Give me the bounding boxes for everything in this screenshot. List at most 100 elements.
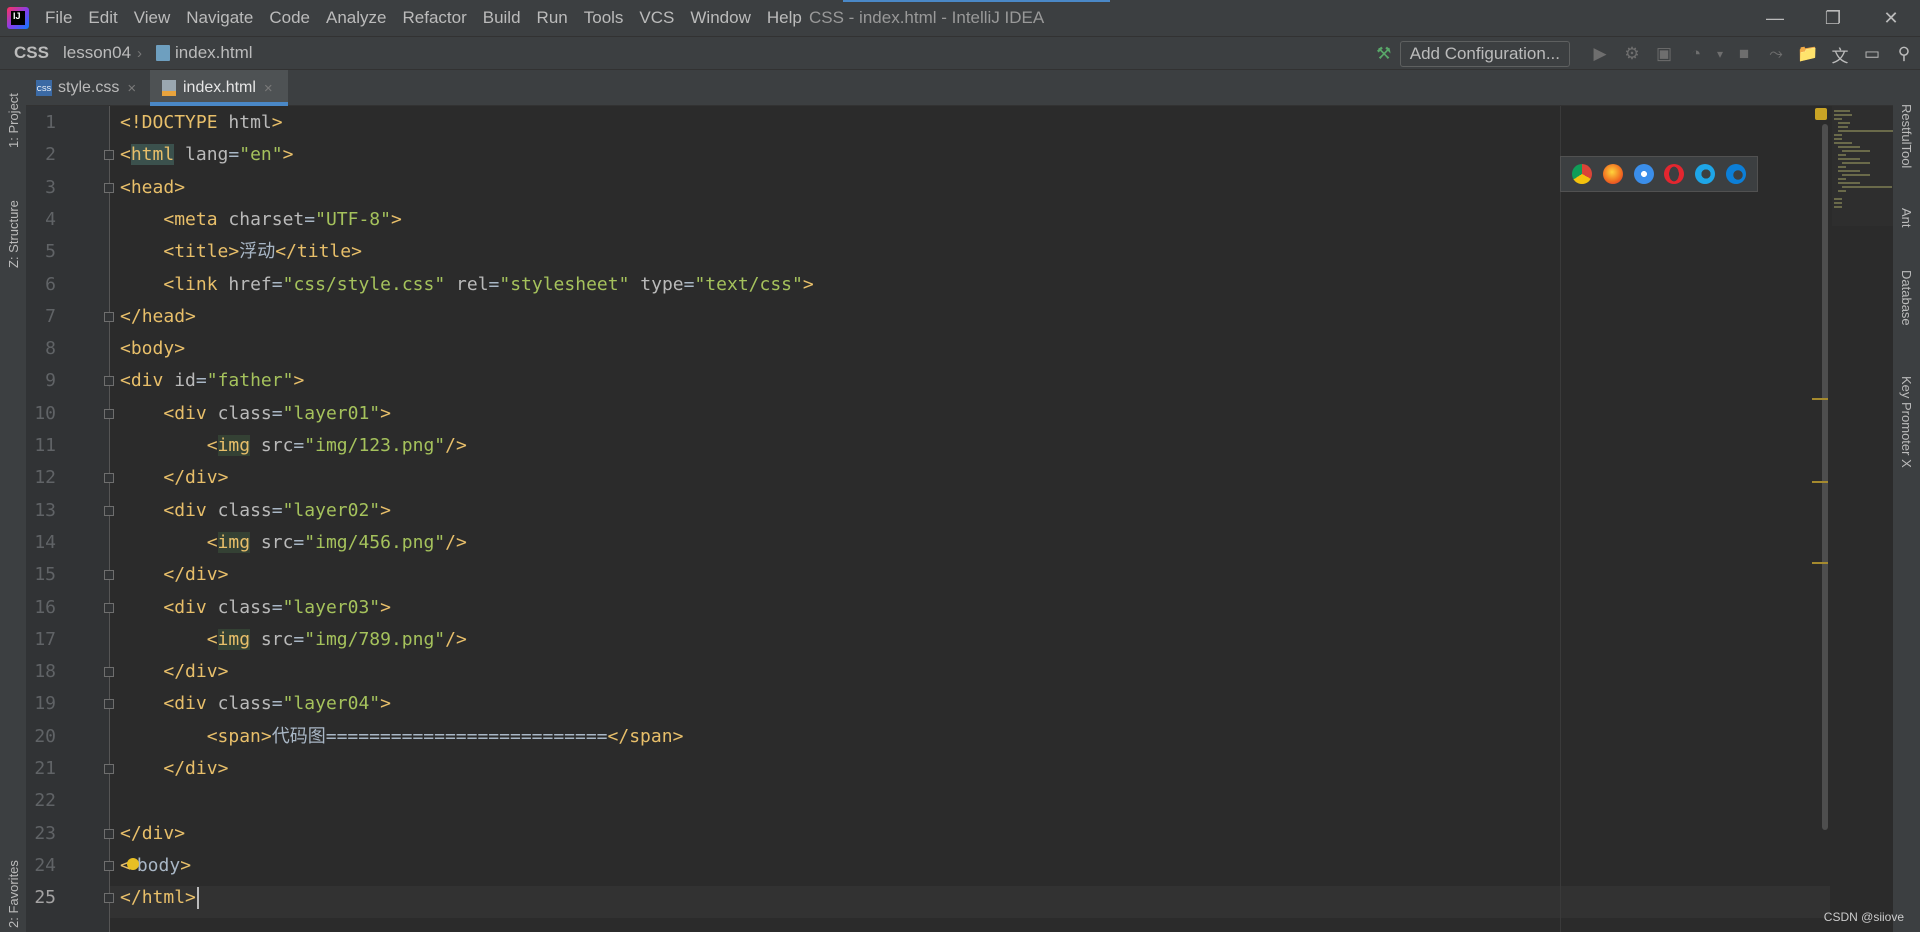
code-line[interactable]: </head> — [120, 301, 196, 333]
internet-explorer-icon[interactable] — [1694, 164, 1715, 184]
firefox-icon[interactable] — [1602, 164, 1623, 184]
key-promoter-tool-button[interactable]: Key Promoter X — [1899, 376, 1914, 468]
build-hammer-icon[interactable]: ⚒ — [1368, 38, 1400, 70]
menu-edit[interactable]: Edit — [80, 0, 125, 36]
fold-marker-icon[interactable] — [104, 570, 114, 581]
debug-icon[interactable]: ⚙ — [1616, 38, 1648, 70]
safari-icon[interactable] — [1633, 164, 1654, 184]
code-line[interactable]: </html> — [120, 882, 199, 914]
code-line[interactable]: <div class="layer01"> — [120, 398, 391, 430]
code-line[interactable]: </div> — [120, 753, 228, 785]
code-line[interactable]: <img src="img/123.png"/> — [120, 430, 467, 462]
tab-index-html[interactable]: index.html × — [150, 70, 288, 106]
fold-marker-icon[interactable] — [104, 893, 114, 904]
fold-marker-icon[interactable] — [104, 473, 114, 484]
menu-file[interactable]: File — [37, 0, 80, 36]
coverage-icon[interactable]: ▣ — [1648, 38, 1680, 70]
menu-window[interactable]: Window — [682, 0, 758, 36]
code-line[interactable]: <img src="img/456.png"/> — [120, 527, 467, 559]
code-line[interactable]: <!DOCTYPE html> — [120, 107, 283, 139]
code-line[interactable]: </div> — [120, 656, 228, 688]
code-line[interactable]: <html lang="en"> — [120, 139, 293, 171]
run-icon[interactable]: ▶ — [1584, 38, 1616, 70]
menu-navigate[interactable]: Navigate — [178, 0, 261, 36]
database-tool-button[interactable]: Database — [1899, 270, 1914, 326]
tab-style-css[interactable]: CSS style.css × — [26, 70, 146, 106]
restfultool-tool-button[interactable]: RestfulTool — [1899, 104, 1914, 168]
code-line[interactable]: <div class="layer02"> — [120, 495, 391, 527]
menu-help[interactable]: Help — [759, 0, 810, 36]
menu-view[interactable]: View — [126, 0, 179, 36]
minimize-icon[interactable]: — — [1746, 0, 1804, 36]
search-icon[interactable]: ⚲ — [1888, 38, 1920, 70]
fold-marker-icon[interactable] — [104, 376, 114, 387]
fold-marker-icon[interactable] — [104, 764, 114, 774]
fold-marker-icon[interactable] — [104, 828, 114, 839]
breadcrumb-folder[interactable]: lesson04 › — [49, 43, 142, 63]
tab-close-icon[interactable]: × — [127, 80, 136, 97]
fold-marker-icon[interactable] — [104, 602, 114, 613]
line-number: 3 — [45, 176, 56, 198]
intention-bulb-icon[interactable] — [126, 857, 139, 870]
fold-marker-icon[interactable] — [104, 699, 114, 710]
code-line[interactable]: <span>代码图==========================</spa… — [120, 721, 684, 753]
line-number: 21 — [34, 758, 56, 779]
code-line[interactable]: <head> — [120, 172, 185, 204]
code-line[interactable]: </div> — [120, 559, 228, 591]
line-number: 14 — [34, 531, 56, 553]
structure-tool-button[interactable]: Z: Structure — [6, 200, 21, 268]
stop-icon[interactable]: ■ — [1728, 38, 1760, 70]
code-line[interactable]: <meta charset="UTF-8"> — [120, 204, 401, 236]
presentation-mode-icon[interactable]: ▭ — [1856, 38, 1888, 70]
restore-icon[interactable]: ❐ — [1804, 0, 1862, 36]
code-line[interactable]: <body> — [120, 333, 185, 365]
code-line[interactable]: <div id="father"> — [120, 365, 304, 397]
code-line[interactable]: </div> — [120, 462, 228, 494]
code-line[interactable]: <link href="css/style.css" rel="styleshe… — [120, 269, 813, 301]
menu-build[interactable]: Build — [475, 0, 529, 36]
ant-tool-button[interactable]: Ant — [1899, 208, 1914, 228]
fold-marker-icon[interactable] — [104, 505, 114, 516]
csdn-watermark: CSDN @siiove — [1823, 910, 1904, 924]
project-tool-button[interactable]: 1: Project — [6, 93, 21, 148]
fold-marker-icon[interactable] — [104, 860, 114, 871]
menu-refactor[interactable]: Refactor — [394, 0, 474, 36]
fold-marker-icon[interactable] — [104, 182, 114, 193]
fold-marker-icon[interactable] — [104, 150, 114, 161]
code-line[interactable]: </div> — [120, 818, 185, 850]
text-cursor — [196, 887, 199, 910]
project-structure-icon[interactable]: 📁 — [1792, 38, 1824, 70]
breadcrumb-file[interactable]: index.html — [142, 43, 253, 63]
warning-stripe-marker[interactable] — [1812, 398, 1828, 400]
menu-analyze[interactable]: Analyze — [318, 0, 394, 36]
menu-tools[interactable]: Tools — [576, 0, 632, 36]
editor-scrollbar-thumb[interactable] — [1822, 124, 1828, 830]
vcs-icon[interactable]: ⤳ — [1760, 38, 1792, 70]
opera-icon[interactable] — [1664, 164, 1685, 184]
more-run-chevron-icon[interactable]: ▾ — [1712, 38, 1728, 70]
breadcrumb-project[interactable]: CSS — [0, 43, 49, 63]
code-line[interactable]: <div class="layer03"> — [120, 592, 391, 624]
favorites-tool-button[interactable]: 2: Favorites — [6, 860, 21, 928]
fold-marker-icon[interactable] — [104, 311, 114, 322]
profile-icon[interactable]: ◔ — [1680, 38, 1712, 70]
code-line[interactable]: <img src="img/789.png"/> — [120, 624, 467, 656]
warning-stripe-marker[interactable] — [1812, 562, 1828, 564]
menu-code[interactable]: Code — [261, 0, 318, 36]
code-line[interactable]: <div class="layer04"> — [120, 688, 391, 720]
close-icon[interactable]: ✕ — [1862, 0, 1920, 36]
code-line[interactable]: <body> — [120, 850, 191, 882]
menu-run[interactable]: Run — [529, 0, 576, 36]
warning-stripe-marker[interactable] — [1812, 481, 1828, 483]
inspection-status-icon[interactable] — [1815, 108, 1827, 120]
menu-vcs[interactable]: VCS — [631, 0, 682, 36]
tab-close-icon[interactable]: × — [264, 80, 273, 97]
chrome-icon[interactable] — [1572, 164, 1593, 184]
fold-marker-icon[interactable] — [104, 408, 114, 419]
fold-marker-icon[interactable] — [104, 667, 114, 678]
code-minimap[interactable] — [1832, 106, 1893, 226]
edge-icon[interactable] — [1725, 164, 1746, 184]
code-line[interactable]: <title>浮动</title> — [120, 236, 362, 268]
translate-icon[interactable]: 文 — [1824, 38, 1856, 70]
add-configuration-button[interactable]: Add Configuration... — [1399, 41, 1570, 67]
